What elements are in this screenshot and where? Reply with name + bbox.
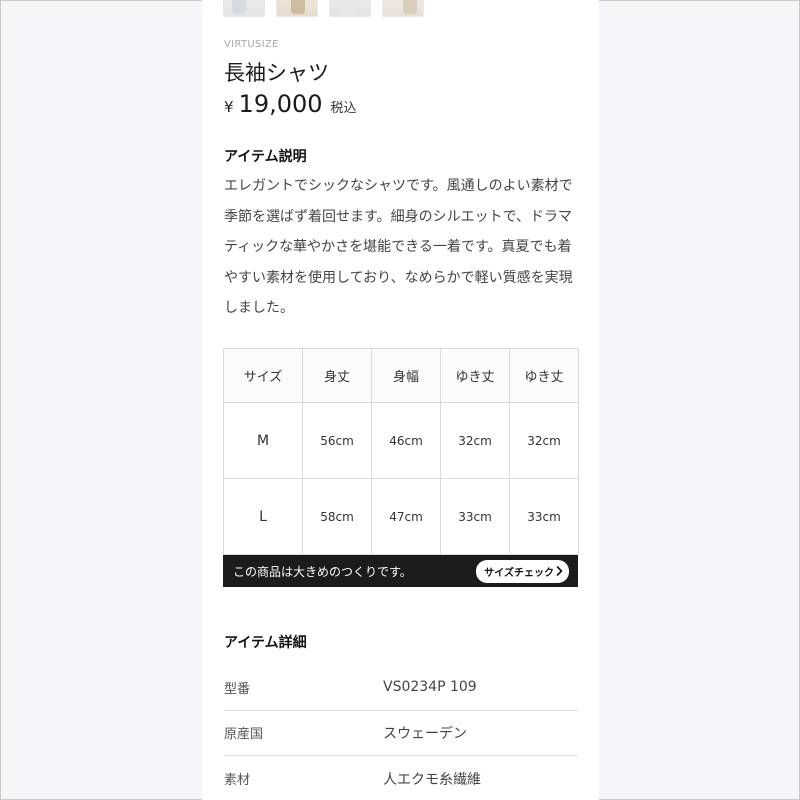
detail-value: 人エクモ糸繊維	[383, 771, 481, 788]
product-page: VIRTUSIZE 長袖シャツ ¥ 19,000 税込 アイテム説明 エレガント…	[202, 0, 599, 800]
size-table-cell: 33cm	[509, 478, 579, 555]
fit-banner: この商品は大きめのつくりです。 サイズチェック	[223, 555, 578, 587]
size-table: サイズ 身丈 身幅 ゆき丈 ゆき丈 M 56cm 46cm 32cm 32cm …	[223, 348, 579, 555]
details-heading: アイテム詳細	[224, 635, 307, 651]
size-table-header: ゆき丈	[509, 348, 579, 403]
size-label: L	[223, 478, 303, 555]
detail-row: 型番 VS0234P 109	[224, 665, 578, 711]
description-text: エレガントでシックなシャツです。風通しのよい素材で季節を選ばず着回せます。細身の…	[224, 178, 573, 316]
size-check-button[interactable]: サイズチェック	[476, 559, 569, 583]
product-thumbnail[interactable]	[329, 0, 371, 17]
fit-banner-text: この商品は大きめのつくりです。	[233, 564, 412, 579]
details-list: 型番 VS0234P 109 原産国 スウェーデン 素材 人エクモ糸繊維	[224, 665, 578, 800]
chevron-right-icon	[556, 566, 563, 576]
size-table-header-row: サイズ 身丈 身幅 ゆき丈 ゆき丈	[223, 348, 579, 403]
thumbnail-strip	[223, 0, 424, 17]
detail-label: 型番	[224, 681, 251, 697]
tax-label: 税込	[330, 101, 357, 116]
size-check-button-label: サイズチェック	[484, 567, 554, 579]
detail-row: 原産国 スウェーデン	[224, 711, 578, 756]
currency-symbol: ¥	[224, 98, 234, 116]
size-table-row: M 56cm 46cm 32cm 32cm	[223, 402, 579, 479]
product-price: 19,000	[238, 90, 323, 118]
product-thumbnail[interactable]	[223, 0, 265, 17]
size-table-cell: 46cm	[371, 402, 441, 479]
product-thumbnail[interactable]	[276, 0, 318, 17]
size-table-header: 身丈	[302, 348, 372, 403]
size-table-header: サイズ	[223, 348, 303, 403]
product-thumbnail[interactable]	[382, 0, 424, 17]
brand-name: VIRTUSIZE	[224, 39, 279, 50]
size-table-cell: 32cm	[440, 402, 510, 479]
size-table-cell: 56cm	[302, 402, 372, 479]
detail-row: 素材 人エクモ糸繊維	[224, 756, 578, 800]
size-table-cell: 58cm	[302, 478, 372, 555]
price-row: ¥ 19,000 税込	[224, 90, 357, 118]
size-table-row: L 58cm 47cm 33cm 33cm	[223, 478, 579, 555]
detail-label: 原産国	[224, 727, 264, 743]
description-heading: アイテム説明	[224, 149, 307, 165]
detail-value: VS0234P 109	[383, 679, 477, 696]
detail-label: 素材	[224, 773, 251, 789]
size-table-cell: 32cm	[509, 402, 579, 479]
detail-value: スウェーデン	[383, 725, 467, 742]
size-table-cell: 33cm	[440, 478, 510, 555]
size-label: M	[223, 402, 303, 479]
size-table-header: 身幅	[371, 348, 441, 403]
product-title: 長袖シャツ	[224, 61, 329, 85]
size-table-cell: 47cm	[371, 478, 441, 555]
size-table-header: ゆき丈	[440, 348, 510, 403]
